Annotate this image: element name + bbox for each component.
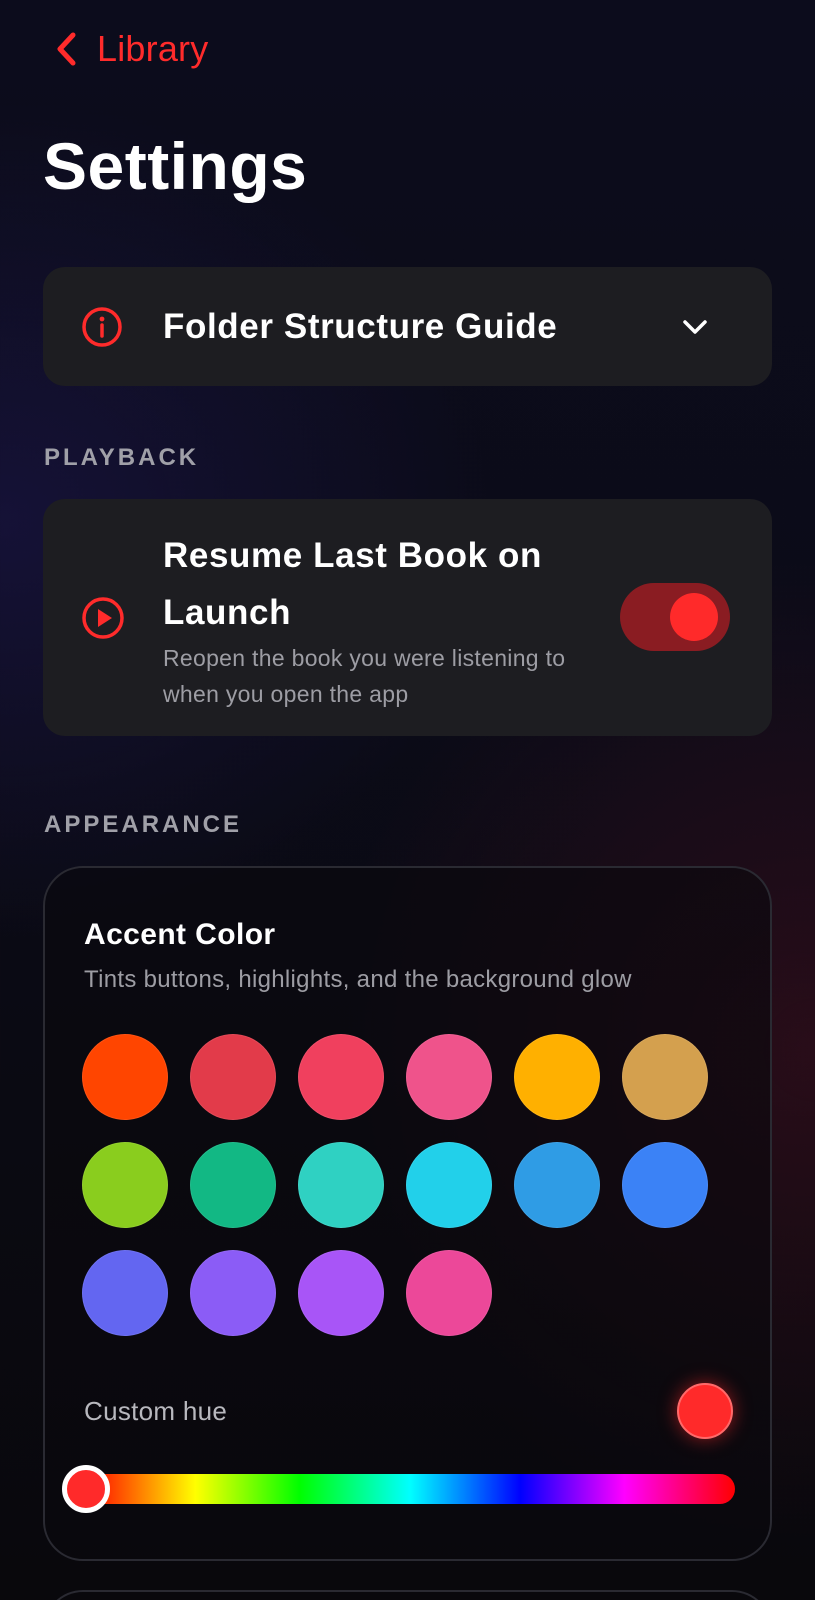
hue-slider-track[interactable]	[85, 1474, 735, 1504]
color-swatch[interactable]	[298, 1034, 384, 1120]
resume-toggle[interactable]	[620, 583, 730, 651]
custom-hue-label: Custom hue	[84, 1396, 228, 1426]
play-circle-icon	[81, 596, 125, 640]
color-swatch[interactable]	[190, 1250, 276, 1336]
guide-title: Folder Structure Guide	[163, 307, 558, 346]
color-swatch[interactable]	[406, 1034, 492, 1120]
color-swatch[interactable]	[82, 1142, 168, 1228]
color-swatch[interactable]	[622, 1142, 708, 1228]
color-swatch[interactable]	[190, 1034, 276, 1120]
back-button-label: Library	[97, 28, 209, 69]
resume-subtitle: Reopen the book you were listening to wh…	[163, 645, 566, 707]
color-swatch[interactable]	[406, 1250, 492, 1336]
resume-title: Resume Last Book on Launch	[163, 536, 542, 632]
accent-color-card: Accent Color Tints buttons, highlights, …	[43, 866, 772, 1561]
color-swatch[interactable]	[514, 1142, 600, 1228]
accent-color-subtitle: Tints buttons, highlights, and the backg…	[84, 966, 632, 993]
toggle-knob	[670, 593, 718, 641]
next-card-edge	[43, 1590, 772, 1600]
color-swatch[interactable]	[406, 1142, 492, 1228]
color-swatch[interactable]	[622, 1034, 708, 1120]
chevron-left-icon	[53, 29, 79, 69]
hue-slider-thumb[interactable]	[62, 1465, 110, 1513]
info-icon	[81, 306, 123, 348]
color-swatch[interactable]	[298, 1250, 384, 1336]
color-swatch[interactable]	[514, 1034, 600, 1120]
accent-color-title: Accent Color	[84, 918, 276, 951]
back-button[interactable]: Library	[53, 28, 208, 70]
playback-section-label: PLAYBACK	[44, 444, 200, 471]
appearance-section-label: APPEARANCE	[44, 811, 243, 838]
custom-hue-preview	[677, 1383, 733, 1439]
color-swatch[interactable]	[298, 1142, 384, 1228]
color-swatch[interactable]	[82, 1034, 168, 1120]
resume-last-book-row[interactable]: Resume Last Book on Launch Reopen the bo…	[43, 499, 772, 736]
chevron-down-icon[interactable]	[681, 313, 709, 341]
page-title: Settings	[43, 129, 308, 203]
folder-structure-guide-row[interactable]: Folder Structure Guide	[43, 267, 772, 386]
color-swatch[interactable]	[82, 1250, 168, 1336]
color-swatch[interactable]	[190, 1142, 276, 1228]
